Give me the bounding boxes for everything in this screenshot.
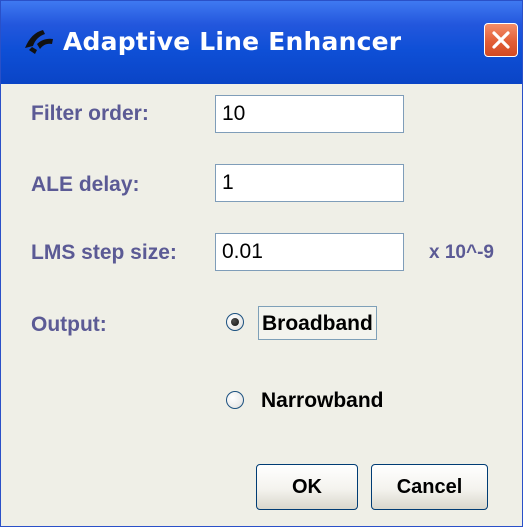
radio-button-icon[interactable] xyxy=(226,313,244,331)
lms-step-size-label: LMS step size: xyxy=(31,241,177,264)
broadband-option-label[interactable]: Broadband xyxy=(258,306,377,340)
narrowband-option-label[interactable]: Narrowband xyxy=(258,384,387,418)
close-button[interactable] xyxy=(484,23,518,57)
ok-button[interactable]: OK xyxy=(256,464,358,510)
window-app-icon xyxy=(25,30,53,54)
filter-order-field[interactable] xyxy=(215,95,404,133)
lms-step-size-unit: x 10^-9 xyxy=(429,242,494,263)
filter-order-label: Filter order: xyxy=(31,102,149,125)
window-title: Adaptive Line Enhancer xyxy=(63,27,402,56)
ale-delay-field[interactable] xyxy=(215,164,404,202)
ale-delay-label: ALE delay: xyxy=(31,173,140,196)
cancel-button[interactable]: Cancel xyxy=(371,464,488,510)
output-label: Output: xyxy=(31,313,107,336)
radio-button-icon[interactable] xyxy=(226,391,244,409)
radio-selected-dot xyxy=(231,318,239,326)
dialog-content: Filter order: ALE delay: LMS step size: … xyxy=(1,84,522,526)
title-bar[interactable]: Adaptive Line Enhancer xyxy=(1,1,522,84)
lms-step-size-field[interactable] xyxy=(215,233,404,271)
radio-broadband[interactable]: Broadband xyxy=(226,306,391,342)
dialog-window: Adaptive Line Enhancer Filter order: ALE… xyxy=(0,0,523,527)
radio-narrowband[interactable]: Narrowband xyxy=(226,384,406,420)
close-icon xyxy=(492,31,510,49)
